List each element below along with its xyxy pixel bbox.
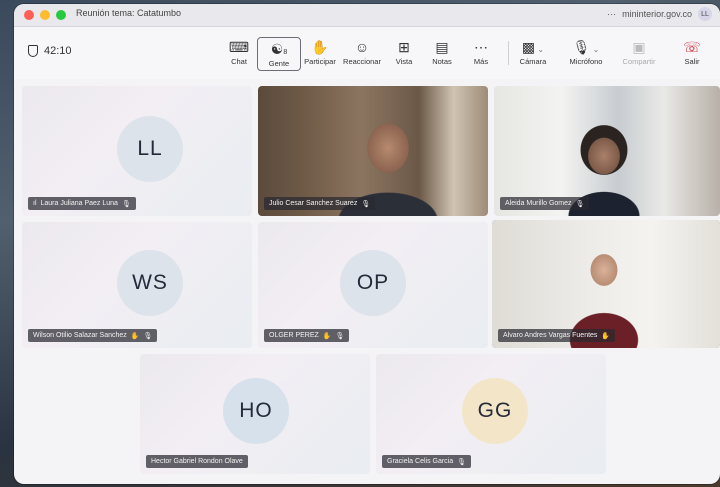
- participant-name-tag: ıl Laura Juliana Paez Luna 🎙: [28, 197, 136, 210]
- leave-label: Salir: [684, 57, 700, 66]
- participant-name-tag: Julio Cesar Sanchez Suarez 🎙: [264, 197, 376, 210]
- participant-tile[interactable]: WS Wilson Otilio Salazar Sanchez ✋ 🎙: [22, 222, 252, 348]
- hand-icon: ✋: [322, 332, 332, 340]
- avatar: WS: [117, 250, 183, 316]
- chat-label: Chat: [231, 57, 247, 66]
- hand-icon: ✋: [130, 332, 140, 340]
- mic-off-icon: 🎙: [335, 332, 345, 340]
- more-label: Más: [473, 57, 489, 66]
- signal-icon: ıl: [33, 200, 37, 207]
- share-label: Compartir: [622, 57, 656, 66]
- notes-label: Notas: [432, 57, 452, 66]
- mic-off-icon: 🎙: [361, 200, 371, 208]
- participant-name-tag: OLGER PEREZ ✋ 🎙: [264, 329, 350, 342]
- toolbar-divider: [508, 41, 509, 65]
- camera-off-icon: ▩ ⌄: [521, 39, 545, 55]
- people-count: 8: [283, 49, 288, 56]
- org-domain: mininterior.gov.co: [622, 9, 692, 19]
- share-screen-icon: ▣: [632, 39, 646, 55]
- shield-icon: [28, 45, 38, 57]
- raise-hand-button[interactable]: ✋ Participar: [298, 37, 342, 66]
- raise-hand-label: Participar: [304, 57, 336, 66]
- mic-off-icon: 🎙: [575, 200, 585, 208]
- people-button[interactable]: ☯8 Gente: [257, 37, 301, 71]
- participant-name: OLGER PEREZ: [269, 332, 319, 339]
- more-button[interactable]: ⋯ Más: [459, 37, 503, 66]
- participant-name: Graciela Celis Garcia: [387, 458, 454, 465]
- camera-button[interactable]: ▩ ⌄ Cámara: [511, 37, 555, 66]
- participant-tile[interactable]: LL ıl Laura Juliana Paez Luna 🎙: [22, 86, 252, 216]
- mic-label: Micrófono: [569, 57, 603, 66]
- participant-name: Wilson Otilio Salazar Sanchez: [33, 332, 127, 339]
- participant-name-tag: Graciela Celis Garcia 🎙: [382, 455, 472, 468]
- meeting-window: Reunión tema: Catatumbo ··· mininterior.…: [14, 4, 720, 484]
- participant-tile[interactable]: OP OLGER PEREZ ✋ 🎙: [258, 222, 488, 348]
- participant-name: Alvaro Andres Vargas Fuentes: [503, 332, 598, 339]
- participant-name-tag: Aleida Murillo Gomez 🎙: [500, 197, 590, 210]
- more-options-icon[interactable]: ···: [607, 9, 616, 19]
- smiley-icon: ☺: [354, 39, 370, 55]
- notes-icon: ▤: [435, 39, 449, 55]
- react-label: Reaccionar: [343, 57, 381, 66]
- mic-off-icon: 🎙: [121, 200, 131, 208]
- participant-name-tag: Hector Gabriel Rondon Olave: [146, 455, 248, 468]
- avatar: LL: [117, 116, 183, 182]
- hand-icon: ✋: [601, 332, 611, 340]
- participant-tile-speaking[interactable]: Alvaro Andres Vargas Fuentes ✋: [492, 220, 720, 348]
- window-title: Reunión tema: Catatumbo: [76, 8, 182, 18]
- participant-tile[interactable]: Aleida Murillo Gomez 🎙: [494, 86, 720, 216]
- people-icon: ☯8: [270, 41, 288, 57]
- avatar: OP: [340, 250, 406, 316]
- participant-name: Julio Cesar Sanchez Suarez: [269, 200, 358, 207]
- react-button[interactable]: ☺ Reaccionar: [340, 37, 384, 66]
- raise-hand-icon: ✋: [311, 39, 329, 55]
- mic-off-icon: 🎙 ⌄: [572, 39, 600, 55]
- timer-text: 42:10: [44, 45, 72, 57]
- participant-tile[interactable]: Julio Cesar Sanchez Suarez 🎙: [258, 86, 488, 216]
- title-bar-right: ··· mininterior.gov.co LL: [607, 7, 712, 21]
- minimize-window-button[interactable]: [40, 10, 50, 20]
- hang-up-icon: ☏: [683, 39, 701, 55]
- mic-off-icon: 🎙: [457, 458, 467, 466]
- participant-name-tag: Wilson Otilio Salazar Sanchez ✋ 🎙: [28, 329, 158, 342]
- participant-name: Laura Juliana Paez Luna: [40, 200, 118, 207]
- participant-tile[interactable]: HO Hector Gabriel Rondon Olave: [140, 354, 370, 474]
- leave-button[interactable]: ☏ Salir: [670, 37, 714, 66]
- close-window-button[interactable]: [24, 10, 34, 20]
- account-avatar[interactable]: LL: [698, 7, 712, 21]
- ellipsis-icon: ⋯: [474, 39, 488, 55]
- meeting-timer: 42:10: [28, 45, 72, 57]
- participant-grid: LL ıl Laura Juliana Paez Luna 🎙 Julio Ce…: [14, 82, 720, 482]
- participant-name: Hector Gabriel Rondon Olave: [151, 458, 243, 465]
- chat-icon: ⌨: [228, 39, 250, 55]
- participant-tile[interactable]: GG Graciela Celis Garcia 🎙: [376, 354, 606, 474]
- chat-button[interactable]: ⌨ Chat: [217, 37, 261, 66]
- participant-name-tag: Alvaro Andres Vargas Fuentes ✋: [498, 329, 616, 342]
- share-button[interactable]: ▣ Compartir: [617, 37, 661, 66]
- notes-button[interactable]: ▤ Notas: [420, 37, 464, 66]
- mic-button[interactable]: 🎙 ⌄ Micrófono: [564, 37, 608, 66]
- people-label: Gente: [268, 59, 290, 68]
- meeting-toolbar: 42:10 ⌨ Chat ☯8 Gente ✋ Participar ☺ Rea…: [14, 27, 720, 79]
- participant-name: Aleida Murillo Gomez: [505, 200, 572, 207]
- maximize-window-button[interactable]: [56, 10, 66, 20]
- avatar: GG: [462, 378, 528, 444]
- avatar: HO: [223, 378, 289, 444]
- title-bar: Reunión tema: Catatumbo ··· mininterior.…: [14, 4, 720, 27]
- camera-label: Cámara: [519, 57, 547, 66]
- mic-off-icon: 🎙: [143, 332, 153, 340]
